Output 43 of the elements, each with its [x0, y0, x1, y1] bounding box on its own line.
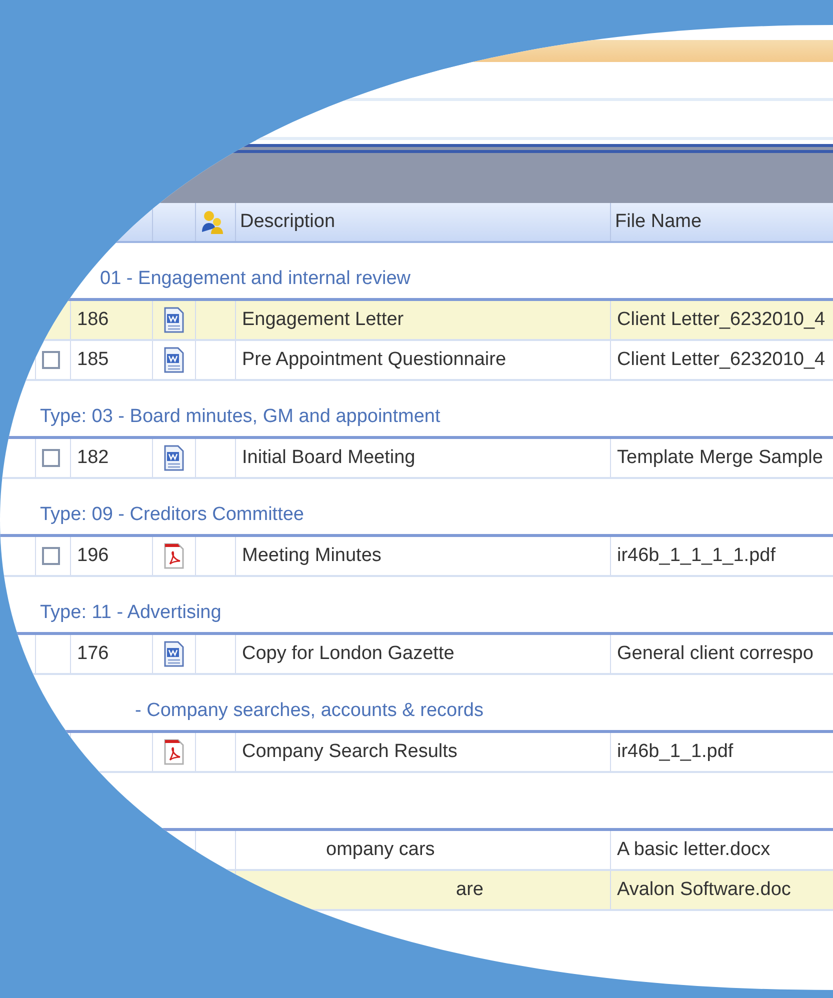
table-row[interactable]: 196 Meeting Minutes ir46b_1_1_1_1.pdf — [0, 537, 833, 577]
group-header[interactable]: 01 - Engagement and internal review — [100, 268, 411, 298]
file-name-text: Client Letter_6232010_4 — [617, 309, 826, 331]
description-text: Engagement Letter — [242, 309, 404, 331]
checkbox[interactable] — [42, 351, 60, 369]
column-header[interactable]: File Name — [610, 203, 833, 241]
table-row[interactable]: 182 Initial Board Meeting Template Merge Sample — [0, 439, 833, 479]
description-text: Company Search Results — [242, 741, 458, 763]
group-header[interactable]: Type: 09 - Creditors Committee — [40, 504, 304, 534]
table-row[interactable]: 185 Pre Appointment Questionnaire Client Letter_6232010_4 — [0, 341, 833, 381]
document-icon — [162, 346, 186, 374]
row-id: 176 — [77, 643, 109, 665]
row-id: 185 — [77, 349, 109, 371]
row-id: 186 — [77, 309, 109, 331]
pdf-icon — [162, 738, 186, 766]
file-name-text: ir46b_1_1_1_1.pdf — [617, 545, 776, 567]
column-header[interactable]: Description — [235, 203, 610, 241]
checkbox[interactable] — [42, 547, 60, 565]
row-id: 182 — [77, 447, 109, 469]
file-name-text: Template Merge Sample — [617, 447, 823, 469]
group-header[interactable]: - Company searches, accounts & records — [135, 700, 484, 730]
document-icon — [162, 640, 186, 668]
group-header[interactable]: Type: 11 - Advertising — [40, 602, 222, 632]
table-row[interactable]: 176 Copy for London Gazette General client correspo — [0, 635, 833, 675]
row-id: 196 — [77, 545, 109, 567]
file-name-text: A basic letter.docx — [617, 839, 770, 861]
table-row[interactable]: Company Search Results ir46b_1_1.pdf — [0, 733, 833, 773]
file-name-text: Avalon Software.doc — [617, 879, 791, 901]
file-name-text: General client correspo — [617, 643, 814, 665]
checkbox[interactable] — [42, 449, 60, 467]
file-name-text: Client Letter_6232010_4 — [617, 349, 826, 371]
description-text: Copy for London Gazette — [242, 643, 454, 665]
pdf-icon — [162, 542, 186, 570]
description-text: are — [456, 879, 484, 901]
description-text: Initial Board Meeting — [242, 447, 416, 469]
file-name-text: ir46b_1_1.pdf — [617, 741, 734, 763]
description-text: ompany cars — [326, 839, 435, 861]
document-icon — [162, 444, 186, 472]
people-icon — [200, 210, 224, 234]
description-text: Meeting Minutes — [242, 545, 382, 567]
group-header[interactable]: Type: 03 - Board minutes, GM and appointment — [40, 406, 440, 436]
description-text: Pre Appointment Questionnaire — [242, 349, 506, 371]
document-icon — [162, 306, 186, 334]
